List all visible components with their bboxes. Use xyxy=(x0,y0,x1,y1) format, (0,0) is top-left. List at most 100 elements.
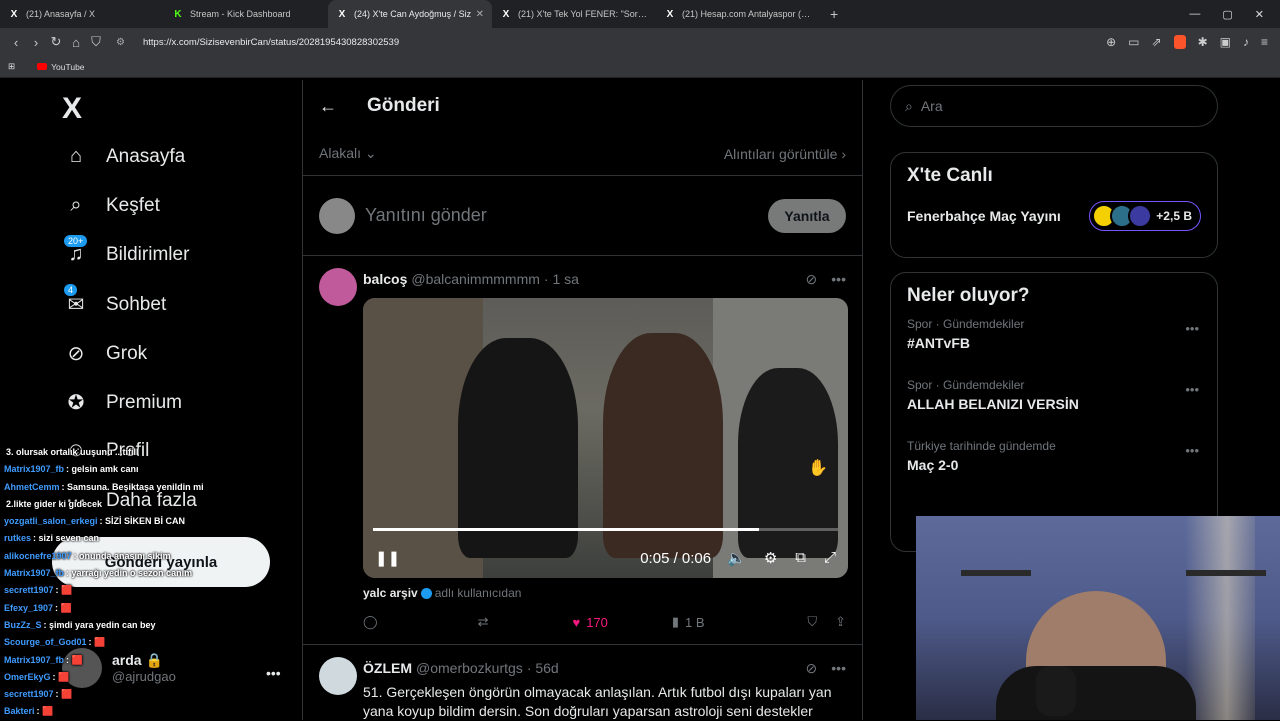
close-icon[interactable]: ✕ xyxy=(1255,8,1264,21)
zoom-icon[interactable]: ⊕ xyxy=(1106,35,1116,49)
bookmark-icon[interactable]: ⛉ xyxy=(86,34,106,50)
views-button[interactable]: ▮ 1 B xyxy=(672,614,705,630)
trend-item[interactable]: Spor · Gündemdekiler ALLAH BELANIZI VERSİ… xyxy=(891,368,1217,429)
nav-item-label: Keşfet xyxy=(106,194,160,216)
nav-item-premium[interactable]: ✪ Premium xyxy=(62,390,182,415)
nav-item-label: Anasayfa xyxy=(106,145,186,167)
more-icon[interactable]: ••• xyxy=(1185,382,1199,397)
sidebar-icon[interactable]: ▣ xyxy=(1220,35,1231,49)
browser-tab[interactable]: X (21) Hesap.com Antalyaspor (@Antal xyxy=(656,0,820,28)
new-tab-button[interactable]: + xyxy=(820,6,848,22)
avatar[interactable] xyxy=(319,268,357,306)
post-header: ← Gönderi xyxy=(303,80,862,132)
grok-icon[interactable]: ⊘ xyxy=(806,660,818,677)
bookmark-icon[interactable]: ⛉ xyxy=(807,614,817,630)
nav-item-notifications[interactable]: ♫ 20+ Bildirimler xyxy=(62,235,189,266)
site-info-icon[interactable]: ⚙ xyxy=(116,37,125,48)
nav-item-chat[interactable]: ✉ 4 Sohbet xyxy=(62,284,167,317)
nav-item-grok[interactable]: ⊘ Grok xyxy=(62,341,148,366)
chat-message: Matrix1907_fb: gelsin amk canı xyxy=(0,461,300,478)
chat-message: rutkes: sizi seven can xyxy=(0,530,300,547)
forward-arrow-icon[interactable]: › xyxy=(26,35,46,50)
home-icon[interactable]: ⌂ xyxy=(66,35,86,50)
chat-text: : SİZİ SİKEN Bİ CAN xyxy=(99,516,186,527)
close-tab-icon[interactable]: ✕ xyxy=(476,9,484,20)
more-icon[interactable]: ••• xyxy=(831,660,846,677)
volume-icon[interactable]: 🔈 xyxy=(727,549,746,567)
back-arrow-icon[interactable]: ← xyxy=(319,96,337,117)
reload-icon[interactable]: ↻ xyxy=(46,34,66,50)
chat-text: : 🟥 xyxy=(66,654,83,665)
video-controls: ❚❚ 0:05 / 0:06 🔈 ⚙ ⧉ ⤢ xyxy=(363,538,848,578)
cast-icon[interactable]: ▭ xyxy=(1128,35,1139,49)
apps-grid-icon[interactable]: ⊞ xyxy=(8,61,15,72)
avatar[interactable] xyxy=(319,657,357,695)
author-handle[interactable]: @balcanimmmmmm xyxy=(411,271,540,287)
author-handle[interactable]: @omerbozkurtgs xyxy=(416,660,523,676)
chat-username: AhmetCemm xyxy=(4,481,60,492)
browser-tab[interactable]: X (21) X'te Tek Yol FENER: "Soru: "49. d xyxy=(492,0,656,28)
retweet-icon[interactable]: ⇄ xyxy=(478,614,489,630)
live-listeners-pill[interactable]: +2,5 B xyxy=(1089,201,1201,231)
chat-text: : şimdi yara yedin can bey xyxy=(43,619,156,630)
avatar xyxy=(1128,204,1153,228)
extensions-icon[interactable]: ✱ xyxy=(1198,35,1208,49)
grok-icon[interactable]: ⊘ xyxy=(806,271,818,288)
view-quotes-link[interactable]: Alıntıları görüntüle › xyxy=(724,146,846,162)
trend-item[interactable]: Spor · Gündemdekiler #ANTvFB ••• xyxy=(891,307,1217,368)
bell-icon: ♫ 20+ xyxy=(62,235,90,266)
chat-message: Efexy_1907: 🟥 xyxy=(0,600,300,617)
live-event[interactable]: Fenerbahçe Maç Yayını +2,5 B xyxy=(891,187,1217,245)
shelf xyxy=(1186,570,1266,576)
tweet[interactable]: ÖZLEM @omerbozkurtgs · 56d ⊘ ••• 51. Gerç… xyxy=(303,645,862,720)
like-button[interactable]: ♥ 170 xyxy=(572,615,607,630)
tab-label: (24) X'te Can Aydoğmuş / Siz xyxy=(354,9,472,19)
bookmark-youtube[interactable]: YouTube xyxy=(51,62,84,72)
x-logo-icon[interactable]: X xyxy=(62,92,82,126)
trend-item[interactable]: Türkiye tarihinde gündemde Maç 2-0 ••• xyxy=(891,429,1217,490)
video-progress-bar[interactable] xyxy=(373,528,838,531)
author-name[interactable]: balcoş xyxy=(363,271,407,287)
share-icon[interactable]: ⇗ xyxy=(1152,35,1162,49)
maximize-icon[interactable]: ▢ xyxy=(1222,8,1232,21)
nav-item-label: Sohbet xyxy=(106,293,167,315)
browser-tab[interactable]: X (24) X'te Can Aydoğmuş / Siz ✕ xyxy=(328,0,492,28)
reply-icon[interactable]: ◯ xyxy=(363,614,378,630)
url-field[interactable]: https://x.com/SizisevenbirCan/status/202… xyxy=(143,37,399,48)
settings-icon[interactable]: ⚙ xyxy=(764,549,777,567)
sort-dropdown[interactable]: Alakalı ⌄ xyxy=(319,145,377,162)
pip-icon[interactable]: ⧉ xyxy=(795,549,806,567)
more-icon[interactable]: ••• xyxy=(1185,321,1199,336)
page-title: Gönderi xyxy=(367,95,440,116)
search-input[interactable]: ⌕ Ara xyxy=(890,85,1218,127)
x-icon: X xyxy=(10,8,18,20)
webcam-overlay xyxy=(916,516,1280,720)
more-icon[interactable]: ••• xyxy=(831,271,846,288)
brave-shield-icon[interactable] xyxy=(1173,35,1186,49)
back-arrow-icon[interactable]: ‹ xyxy=(6,35,26,50)
chat-username: secrett1907 xyxy=(4,689,54,700)
minimize-icon[interactable]: — xyxy=(1189,8,1200,21)
reply-input[interactable]: Yanıtını gönder xyxy=(365,205,768,226)
pause-icon[interactable]: ❚❚ xyxy=(375,549,400,567)
media-icon[interactable]: ♪ xyxy=(1243,35,1249,49)
chat-text: : 🟥 xyxy=(55,602,72,613)
fullscreen-icon[interactable]: ⤢ xyxy=(824,549,836,567)
share-icon[interactable]: ⇪ xyxy=(835,614,846,630)
attribution-user[interactable]: yalc arşiv xyxy=(363,586,418,600)
author-name[interactable]: ÖZLEM xyxy=(363,660,412,676)
nav-item-explore[interactable]: ⌕ Keşfet xyxy=(62,194,160,217)
reply-button[interactable]: Yanıtla xyxy=(768,198,846,233)
browser-tab[interactable]: K Stream - Kick Dashboard xyxy=(164,0,328,28)
more-icon[interactable]: ••• xyxy=(1185,443,1199,458)
youtube-icon xyxy=(37,63,48,70)
chat-username: alikocnefre1907 xyxy=(4,550,72,561)
video-player[interactable]: ❚❚ 0:05 / 0:06 🔈 ⚙ ⧉ ⤢ xyxy=(363,298,848,578)
chat-message: OmerEkyG: 🟥 xyxy=(0,669,300,686)
chat-message: Matrix1907_fb: 🟥 xyxy=(0,652,300,669)
mail-icon: ✉ 4 xyxy=(62,284,90,317)
browser-tab[interactable]: X (21) Anasayfa / X xyxy=(0,0,164,28)
menu-icon[interactable]: ≡ xyxy=(1261,35,1268,49)
nav-item-home[interactable]: ⌂ Anasayfa xyxy=(62,145,185,168)
tweet[interactable]: balcoş @balcanimmmmmm · 1 sa ⊘ ••• ❚❚ 0:0… xyxy=(303,256,862,645)
